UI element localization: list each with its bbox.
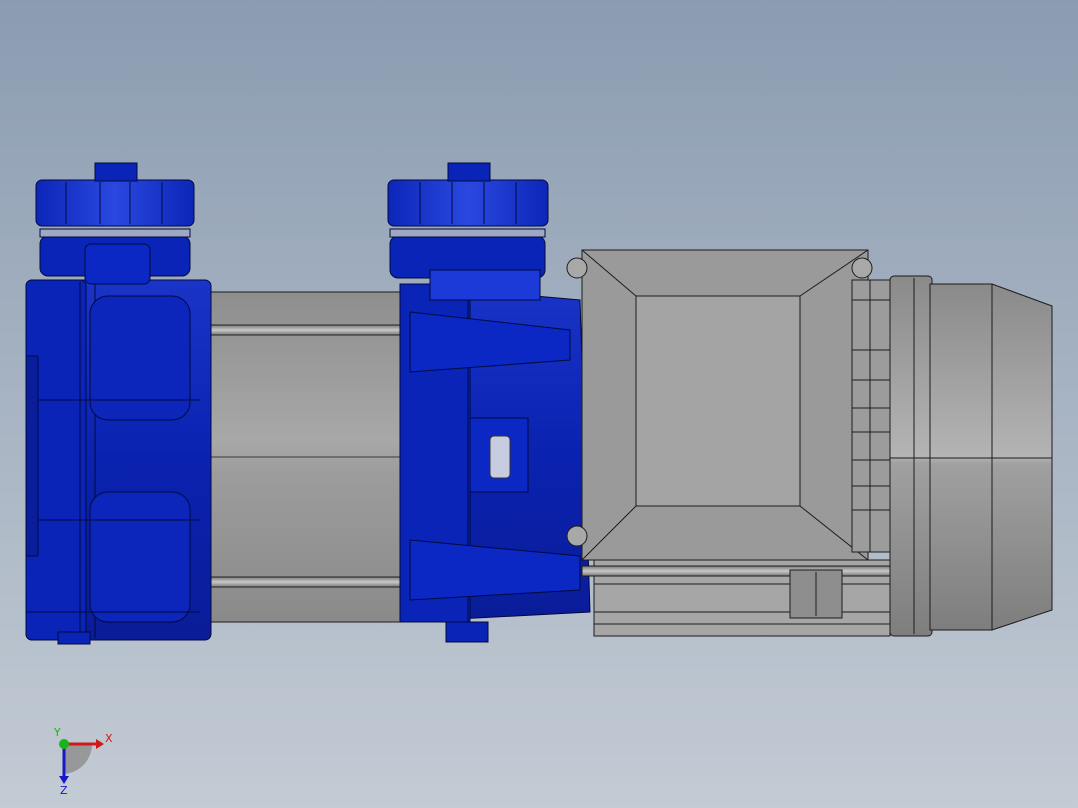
y-axis-label: Y — [53, 726, 61, 739]
center-cylinder[interactable] — [204, 291, 406, 623]
graphics-viewport[interactable]: X Y Z — [0, 0, 1078, 808]
pump-assembly-model[interactable] — [0, 0, 1078, 808]
motor-terminal-box[interactable] — [566, 249, 893, 637]
right-pump-head[interactable] — [387, 162, 591, 643]
x-axis-label: X — [105, 732, 113, 745]
z-axis-label: Z — [60, 784, 68, 796]
left-pump-head[interactable] — [25, 162, 212, 645]
motor-cooling-fins[interactable] — [851, 279, 893, 553]
motor-fan-cover[interactable] — [889, 275, 1053, 637]
coordinate-triad: X Y Z — [53, 726, 113, 796]
y-axis-icon — [59, 739, 69, 749]
x-axis-arrow-icon — [96, 739, 104, 749]
z-axis-arrow-icon — [59, 776, 69, 784]
